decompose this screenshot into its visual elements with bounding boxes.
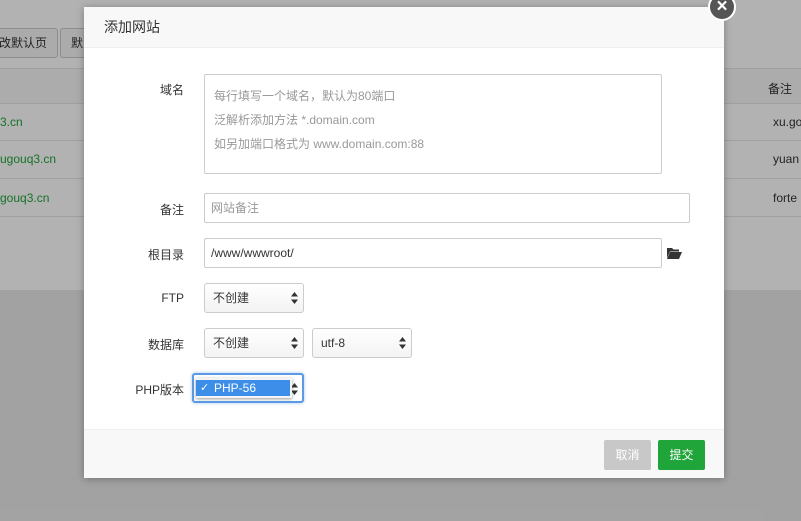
root-dir-input[interactable]: /www/wwwroot/ <box>204 238 662 268</box>
domain-label: 域名 <box>159 83 184 97</box>
database-select[interactable]: 不创建 <box>204 328 304 358</box>
select-arrows-icon <box>291 383 298 395</box>
select-arrows-icon <box>291 337 298 349</box>
ftp-select[interactable]: 不创建 <box>204 283 304 313</box>
domain-placeholder-line: 泛解析添加方法 *.domain.com <box>214 113 375 127</box>
add-site-dialog: 添加网站 域名 每行填写一个域名，默认为80端口 泛解析添加方法 *.domai… <box>84 7 724 478</box>
charset-select[interactable]: utf-8 <box>312 328 412 358</box>
domain-placeholder-line: 如另加端口格式为 www.domain.com:88 <box>214 137 425 151</box>
note-label: 备注 <box>159 203 184 217</box>
php-version-option[interactable]: ✓ PHP-56 <box>196 380 290 396</box>
php-version-option-label: PHP-56 <box>214 381 257 395</box>
domain-textarea[interactable]: 每行填写一个域名，默认为80端口 泛解析添加方法 *.domain.com 如另… <box>204 74 662 174</box>
php-version-label: PHP版本 <box>135 383 184 397</box>
select-arrows-icon <box>399 337 406 349</box>
submit-button[interactable]: 提交 <box>658 440 705 470</box>
note-input[interactable]: 网站备注 <box>204 193 690 223</box>
checkmark-icon: ✓ <box>200 382 210 394</box>
ftp-select-value: 不创建 <box>213 291 250 305</box>
php-version-select[interactable]: ✓ PHP-56 <box>192 373 304 403</box>
dialog-footer: 取消 提交 <box>84 429 724 478</box>
root-dir-label: 根目录 <box>147 248 184 262</box>
php-version-dropdown: ✓ PHP-56 <box>196 378 292 398</box>
folder-open-icon[interactable] <box>666 246 682 260</box>
cancel-button[interactable]: 取消 <box>604 440 651 470</box>
dialog-title: 添加网站 <box>84 7 724 48</box>
charset-select-value: utf-8 <box>321 336 346 350</box>
domain-placeholder-line: 每行填写一个域名，默认为80端口 <box>214 89 396 103</box>
select-arrows-icon <box>291 292 298 304</box>
ftp-label: FTP <box>161 291 184 305</box>
database-select-value: 不创建 <box>213 336 250 350</box>
database-label: 数据库 <box>147 338 184 352</box>
